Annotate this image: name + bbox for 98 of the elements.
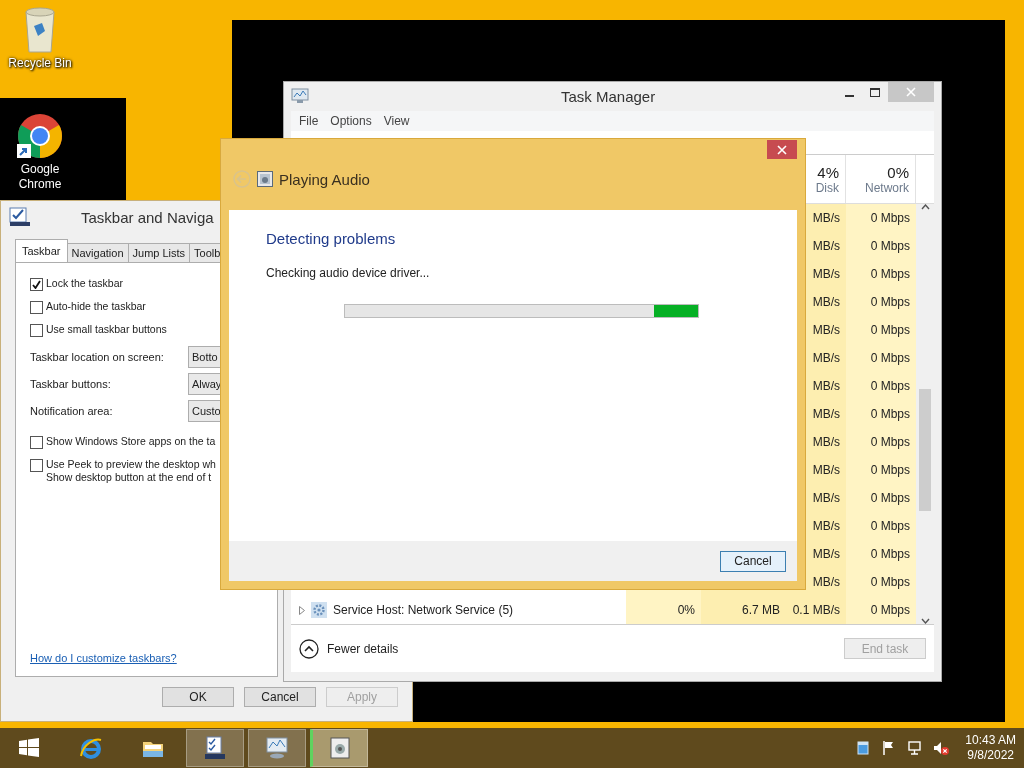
menu-item[interactable]: Options — [330, 113, 372, 128]
checkbox-label[interactable]: Use small taskbar buttons — [46, 323, 167, 335]
cancel-button[interactable]: Cancel — [720, 550, 786, 572]
table-cell: 0 Mbps — [870, 211, 910, 225]
tab[interactable]: Jump Lists — [127, 243, 191, 262]
checkbox-label[interactable]: Show desktop button at the end of t — [46, 471, 216, 484]
gear-icon — [311, 602, 327, 618]
fewer-details-link[interactable]: Fewer details — [327, 641, 399, 656]
field-label: Taskbar location on screen: — [30, 351, 165, 363]
checkbox[interactable] — [30, 278, 43, 291]
table-cell: MB/s — [812, 239, 840, 253]
table-cell: MB/s — [812, 491, 840, 505]
table-cell: 0 Mbps — [870, 547, 910, 561]
table-cell: MB/s — [812, 435, 840, 449]
table-cell: MB/s — [812, 323, 840, 337]
checklist-icon — [203, 736, 227, 760]
close-icon — [777, 144, 787, 155]
minimize-icon — [844, 95, 854, 97]
scroll-down-icon[interactable] — [920, 618, 930, 624]
maximize-icon — [870, 87, 880, 97]
table-cell: MB/s — [812, 463, 840, 477]
table-cell: 0 Mbps — [870, 407, 910, 421]
column-label: Disk — [815, 180, 839, 195]
taskbar-button[interactable] — [186, 729, 244, 767]
table-cell: MB/s — [812, 351, 840, 365]
window-icon[interactable] — [855, 740, 872, 756]
clock-date[interactable]: 9/8/2022 — [967, 748, 1014, 763]
column-label: Network — [865, 180, 909, 195]
dialog-button[interactable]: OK — [162, 687, 234, 707]
table-cell: 0 Mbps — [870, 323, 910, 337]
table-cell: MB/s — [812, 267, 840, 281]
scrollbar-thumb[interactable] — [919, 389, 931, 511]
table-cell: 0 Mbps — [870, 435, 910, 449]
windows-logo-icon — [17, 736, 41, 760]
speaker-box-icon — [257, 171, 273, 188]
checkbox[interactable] — [30, 301, 43, 314]
help-link[interactable]: How do I customize taskbars? — [30, 652, 177, 664]
checkbox[interactable] — [30, 324, 43, 337]
table-cell: 0 Mbps — [870, 351, 910, 365]
checklist-icon — [9, 207, 31, 227]
table-cell: 0 Mbps — [870, 463, 910, 477]
table-cell: MB/s — [812, 379, 840, 393]
dialog-button[interactable]: Cancel — [244, 687, 316, 707]
field-label: Taskbar buttons: — [30, 378, 112, 390]
expand-arrow-icon[interactable] — [299, 605, 305, 615]
close-button[interactable] — [767, 140, 797, 159]
window-title: Task Manager — [561, 87, 656, 105]
status-text: Checking audio device driver... — [266, 265, 431, 280]
tab[interactable]: Taskbar — [15, 239, 68, 262]
window-title: Taskbar and Naviga — [81, 208, 214, 226]
chart-monitor-icon — [291, 88, 309, 105]
table-cell: MB/s — [812, 575, 840, 589]
field-label: Notification area: — [30, 405, 114, 417]
browser-e-icon — [79, 736, 103, 760]
checkmark-icon — [32, 280, 41, 289]
column-header[interactable]: 0% Network — [846, 155, 916, 203]
collapse-icon[interactable] — [299, 638, 319, 659]
column-percent: 4% — [817, 163, 839, 181]
clock-time[interactable]: 10:43 AM — [965, 733, 1016, 748]
checkbox-label[interactable]: Lock the taskbar — [46, 277, 124, 289]
chrome-icon[interactable] — [16, 112, 64, 160]
table-cell: 0 Mbps — [870, 267, 910, 281]
recycle-bin-icon[interactable] — [22, 6, 58, 54]
table-cell: 0 Mbps — [870, 295, 910, 309]
table-cell: 0 Mbps — [870, 603, 910, 617]
table-cell: 0% — [677, 603, 695, 617]
table-cell: 0 Mbps — [870, 519, 910, 533]
heading: Detecting problems — [266, 229, 397, 247]
table-cell: 6.7 MB — [742, 603, 780, 617]
scroll-up-icon[interactable] — [920, 204, 930, 210]
table-cell: MB/s — [812, 211, 840, 225]
table-cell: 0 Mbps — [870, 575, 910, 589]
scrollbar[interactable] — [916, 204, 934, 624]
checkbox[interactable] — [30, 459, 43, 472]
chart-monitor-icon — [265, 736, 289, 760]
process-name: Service Host: Network Service (5) — [333, 603, 514, 617]
speaker-muted-icon[interactable] — [933, 740, 950, 756]
table-cell: MB/s — [812, 547, 840, 561]
tab[interactable]: Navigation — [66, 243, 129, 262]
table-cell: 0.1 MB/s — [792, 603, 840, 617]
column-percent: 0% — [887, 163, 909, 181]
table-cell: MB/s — [812, 407, 840, 421]
table-cell: 0 Mbps — [870, 491, 910, 505]
network-icon[interactable] — [907, 740, 924, 756]
icon-label[interactable]: Google Chrome — [5, 162, 75, 192]
checkbox-label[interactable]: Show Windows Store apps on the ta — [46, 435, 216, 447]
menu-item[interactable]: File — [299, 113, 319, 128]
checkbox-label[interactable]: Use Peek to preview the desktop wh — [46, 458, 216, 471]
checkbox-label[interactable]: Auto-hide the taskbar — [46, 300, 146, 312]
close-icon — [906, 87, 916, 97]
table-cell: 0 Mbps — [870, 239, 910, 253]
speaker-box-icon — [328, 736, 352, 760]
window-title: Playing Audio — [279, 170, 370, 188]
table-cell: MB/s — [812, 295, 840, 309]
table-cell: 0 Mbps — [870, 379, 910, 393]
table-cell: MB/s — [812, 519, 840, 533]
checkbox[interactable] — [30, 436, 43, 449]
menu-item[interactable]: View — [383, 113, 410, 128]
